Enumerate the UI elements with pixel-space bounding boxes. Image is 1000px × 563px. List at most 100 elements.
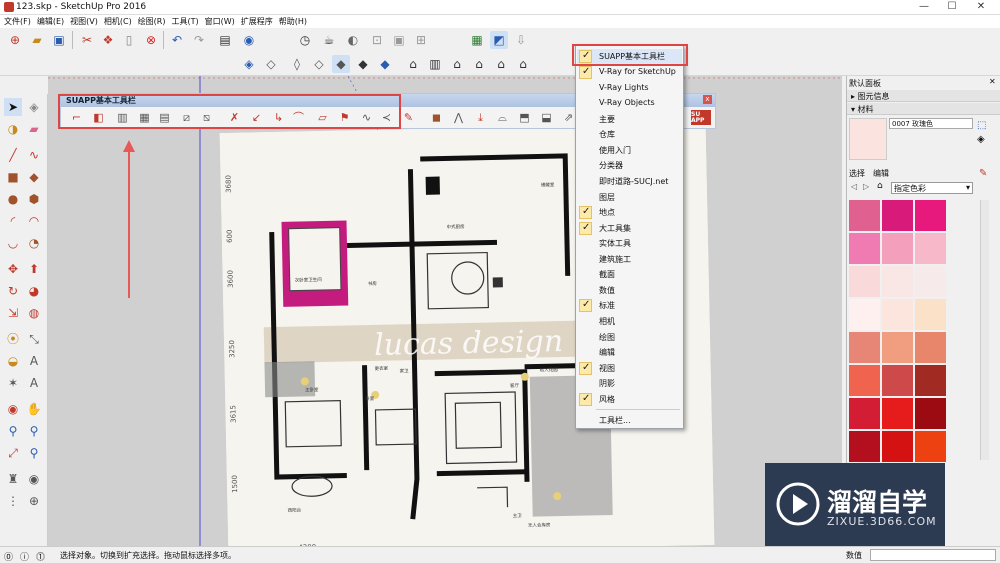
menu-item-views[interactable]: ✓ 视图 [577,361,682,376]
zoom-window-icon[interactable]: ⚲ [25,422,43,440]
minimize-button[interactable]: — [917,1,931,13]
eyedropper-icon[interactable]: ✎ [979,168,987,179]
cut-icon[interactable]: ✂ [78,31,96,49]
measurements-field[interactable] [870,549,996,561]
undo-icon[interactable]: ↶ [168,31,186,49]
color-swatch[interactable] [849,266,880,297]
print-icon[interactable]: ▤ [216,31,234,49]
bend-tool-icon[interactable]: ⌓ [495,110,510,125]
menu-item-location[interactable]: ✓ 地点 [577,205,682,220]
push-pull-icon[interactable]: ⬆ [25,260,43,278]
line-icon[interactable]: ╱ [4,146,22,164]
dimension-icon[interactable]: ⤡ [25,330,43,348]
paint-bucket-icon[interactable]: ◑ [4,120,22,138]
shaded-textures-icon[interactable]: ◆ [354,55,372,73]
move-icon[interactable]: ✥ [4,260,22,278]
material-name-field[interactable]: 0007 玫瑰色 [889,118,973,129]
cube-tool-icon[interactable]: ⬓ [539,110,554,125]
eraser-icon[interactable]: ▰ [25,120,43,138]
new-file-icon[interactable]: ⊕ [6,31,24,49]
menu-item-solid-tools[interactable]: 实体工具 [577,236,682,251]
teapot-icon[interactable]: ☕ [320,31,338,49]
model-info-icon[interactable]: ◉ [240,31,258,49]
color-swatch[interactable] [915,233,946,264]
monochrome-icon[interactable]: ◆ [376,55,394,73]
menu-item-measurements[interactable]: 数值 [577,283,682,298]
menu-item-styles[interactable]: ✓ 风格 [577,392,682,407]
top-view-icon[interactable]: ◇ [262,55,280,73]
iso-house-icon[interactable]: ⌂ [404,55,422,73]
drop-tool-icon[interactable]: ⤓ [473,110,488,125]
lock-icon[interactable]: ⊞ [412,31,430,49]
right-view-icon[interactable]: ⌂ [470,55,488,73]
menu-draw[interactable]: 绘图(R) [138,16,166,27]
help-icon[interactable]: ⓵ [36,550,45,563]
color-swatch[interactable] [882,233,913,264]
close-button[interactable]: ✕ [974,1,988,13]
menu-item-getting-started[interactable]: 使用入门 [577,143,682,158]
push-tool-icon[interactable]: ◼ [429,110,444,125]
menu-item-vray-lights[interactable]: V-Ray Lights [577,81,682,96]
previous-view-icon[interactable]: ⚲ [25,444,43,462]
3d-text-icon[interactable]: A [25,374,43,392]
color-swatch[interactable] [915,299,946,330]
swatch-scrollbar[interactable] [980,200,989,460]
menu-camera[interactable]: 相机(C) [104,16,132,27]
entity-info-header[interactable]: ▸ 图元信息 [847,90,1000,102]
color-swatch[interactable] [882,332,913,363]
color-swatch[interactable] [915,365,946,396]
follow-me-icon[interactable]: ◕ [25,282,43,300]
redo-icon[interactable]: ↷ [190,31,208,49]
roof-tool-icon[interactable]: ⋀ [451,110,466,125]
color-swatch[interactable] [882,299,913,330]
menu-extensions[interactable]: 扩展程序 [241,16,273,27]
menu-help[interactable]: 帮助(H) [279,16,307,27]
maximize-button[interactable]: ☐ [945,1,959,13]
left-view-icon[interactable]: ⌂ [514,55,532,73]
color-swatch[interactable] [915,200,946,231]
polygon-icon[interactable]: ⬢ [25,190,43,208]
menu-item-main[interactable]: 主要 [577,112,682,127]
suapp-close-icon[interactable]: x [703,95,712,104]
shaded-icon[interactable]: ◆ [332,55,350,73]
color-swatch[interactable] [915,431,946,462]
share-model-icon[interactable]: ⇩ [512,31,530,49]
home-icon[interactable]: ⌂ [877,181,883,191]
menu-item-large-tool-set[interactable]: ✓ 大工具集 [577,221,682,236]
text-icon[interactable]: A [25,352,43,370]
clock-icon[interactable]: ◷ [296,31,314,49]
back-view-icon[interactable]: ⌂ [492,55,510,73]
save-icon[interactable]: ▣ [50,31,68,49]
rotate-icon[interactable]: ↻ [4,282,22,300]
select-arrow-icon[interactable]: ➤ [4,98,22,116]
menu-item-warehouse[interactable]: 仓库 [577,127,682,142]
menu-item-standard[interactable]: ✓ 标准 [577,298,682,313]
color-swatch[interactable] [849,200,880,231]
menu-item-instant-road[interactable]: 即时道路-SUCJ.net [577,174,682,189]
forward-icon[interactable]: ▷ [863,182,869,191]
make-component-icon[interactable]: ◈ [25,98,43,116]
tape-measure-icon[interactable]: ⦿ [4,330,22,348]
color-swatch[interactable] [915,266,946,297]
edit-tool-icon[interactable]: ✎ [401,110,416,125]
color-swatch[interactable] [882,200,913,231]
collection-dropdown[interactable]: 指定色彩 ▾ [891,182,973,194]
get-models-icon[interactable]: ◩ [490,31,508,49]
menu-item-section[interactable]: 截面 [577,267,682,282]
color-swatch[interactable] [882,266,913,297]
pie-icon[interactable]: ◔ [25,234,43,252]
wireframe-icon[interactable]: ◇ [310,55,328,73]
iso-view-icon[interactable]: ◈ [240,55,258,73]
position-camera-icon[interactable]: ♜ [4,470,22,488]
box-tool-icon[interactable]: ⬒ [517,110,532,125]
offset-icon[interactable]: ◍ [25,304,43,322]
menu-item-classifier[interactable]: 分类器 [577,158,682,173]
paste-icon[interactable]: ▯ [120,31,138,49]
sample-paint-icon[interactable]: ◈ [977,134,985,145]
component-icon[interactable]: ⊡ [368,31,386,49]
create-material-icon[interactable]: ⬚ [977,120,986,131]
menu-item-vray[interactable]: ✓ V-Ray for SketchUp [577,65,682,80]
zoom-icon[interactable]: ⚲ [4,422,22,440]
menu-item-layers[interactable]: 图层 [577,190,682,205]
menu-item-toolbars[interactable]: 工具栏... [577,413,682,428]
